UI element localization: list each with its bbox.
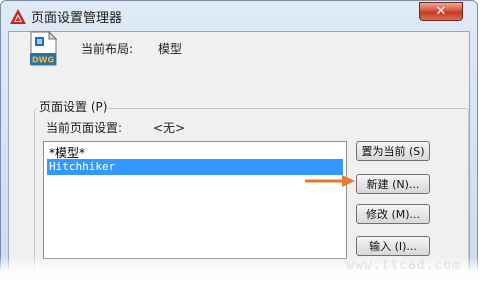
new-button[interactable]: 新建 (N)... [356,174,430,194]
watermark-text: www.ttcad.com [346,258,461,273]
current-page-setup-value: <无> [153,121,186,135]
pointer-arrow-icon [305,175,355,187]
current-page-setup-label: 当前页面设置: [46,121,123,135]
page-setup-list[interactable]: *模型* Hitchhiker [43,141,347,259]
close-button[interactable]: ✕ [419,2,463,21]
current-layout-value: 模型 [158,42,183,56]
dwg-file-icon: DWG [30,30,58,66]
dwg-icon-label: DWG [32,56,54,65]
modify-button[interactable]: 修改 (M)... [356,204,430,224]
import-button[interactable]: 输入 (I)... [356,236,430,256]
autocad-logo-icon [10,9,26,24]
window-title: 页面设置管理器 [31,11,123,26]
page-setups-group-title: 页面设置 (P) [37,98,110,115]
title-bar[interactable]: 页面设置管理器 ✕ [1,1,477,31]
current-layout-label: 当前布局: [81,42,134,56]
set-current-button[interactable]: 置为当前 (S) [356,141,430,161]
close-icon: ✕ [435,4,447,19]
list-item-hitchhiker[interactable]: Hitchhiker [47,159,343,175]
